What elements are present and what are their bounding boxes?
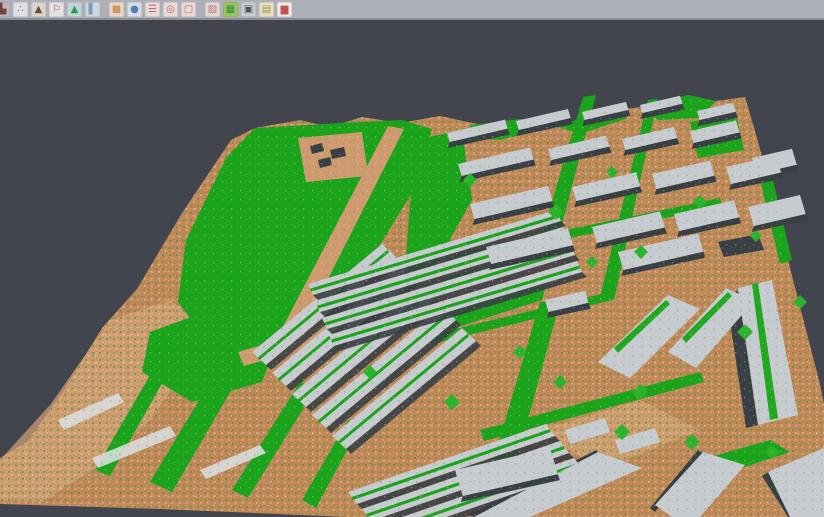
app-window: ▙∴▲⚐▲▌■●☰◎▢▨▦▣▤▆ xyxy=(0,0,824,517)
histogram-icon[interactable]: ▙ xyxy=(0,2,10,17)
toolbar-group: ▨▦▣▤▆ xyxy=(205,2,292,17)
scene-canvas[interactable] xyxy=(0,0,824,517)
red-ring-icon[interactable]: ◎ xyxy=(163,2,178,17)
color-points-icon[interactable]: ∴ xyxy=(13,2,28,17)
terrain-mesh xyxy=(0,95,824,517)
viewport-3d[interactable] xyxy=(0,0,824,517)
selection-bounds-icon[interactable]: ▢ xyxy=(181,2,196,17)
clip-box-icon[interactable]: ▨ xyxy=(205,2,220,17)
toolbar: ▙∴▲⚐▲▌■●☰◎▢▨▦▣▤▆ xyxy=(0,0,824,20)
global-speckle xyxy=(0,95,824,517)
camera-icon[interactable]: ▣ xyxy=(241,2,256,17)
green-hill-icon[interactable]: ▲ xyxy=(67,2,82,17)
toolbar-group: ▙∴▲⚐▲▌ xyxy=(2,2,100,17)
classification-map-icon[interactable]: ▦ xyxy=(223,2,238,17)
annotation-icon[interactable]: ▤ xyxy=(259,2,274,17)
red-layers-icon[interactable]: ☰ xyxy=(145,2,160,17)
orange-tile-icon[interactable]: ■ xyxy=(109,2,124,17)
terrain-mound-icon[interactable]: ▲ xyxy=(31,2,46,17)
markers-icon[interactable]: ⚐ xyxy=(49,2,64,17)
globe-icon[interactable]: ● xyxy=(127,2,142,17)
flag-lines-icon[interactable]: ▆ xyxy=(277,2,292,17)
column-chart-icon[interactable]: ▌ xyxy=(85,2,100,17)
toolbar-group: ■●☰◎▢ xyxy=(109,2,196,17)
